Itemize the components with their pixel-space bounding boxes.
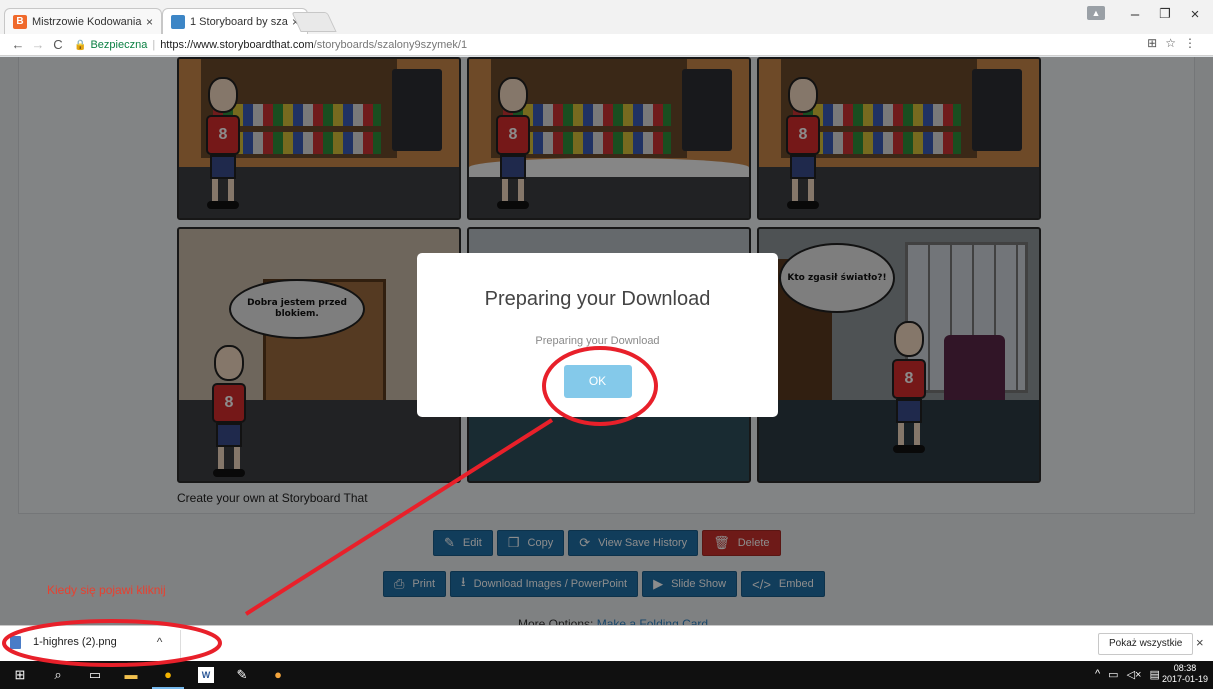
search-icon[interactable]: ⌕	[50, 667, 66, 683]
address-bar[interactable]: 🔒 Bezpieczna | https://www.storyboardtha…	[74, 36, 1202, 54]
url-host: https://www.storyboardthat.com	[160, 39, 314, 51]
translate-icon[interactable]: ⊞	[1147, 36, 1157, 50]
download-shelf: 1-highres (2).png ^ Pokaż wszystkie ×	[0, 625, 1213, 661]
clock[interactable]: 08:38 2017-01-19	[1162, 663, 1208, 685]
download-modal: Preparing your Download Preparing your D…	[417, 253, 778, 417]
close-window-icon[interactable]: ×	[1184, 6, 1206, 23]
minimize-icon[interactable]: –	[1124, 6, 1146, 23]
download-item[interactable]: 1-highres (2).png ^	[10, 635, 162, 649]
blogger-icon: B	[13, 14, 27, 29]
divider	[180, 630, 181, 658]
close-icon[interactable]: ×	[1196, 635, 1204, 650]
url-path: /storyboards/szalony9szymek/1	[313, 39, 468, 51]
show-all-button[interactable]: Pokaż wszystkie	[1098, 633, 1194, 655]
browser-tab-active[interactable]: 1 Storyboard by szalony ×	[162, 8, 308, 34]
reload-icon[interactable]: C	[48, 37, 68, 52]
annotation-label: Kiedy się pojawi kliknij	[47, 583, 166, 597]
windows-start-icon[interactable]: ⊞	[12, 667, 28, 683]
storyboard-icon	[171, 14, 185, 29]
secure-label: Bezpieczna	[90, 39, 148, 51]
modal-title: Preparing your Download	[484, 288, 711, 310]
modal-message: Preparing your Download	[535, 335, 660, 347]
notification-icon[interactable]: ▤	[1149, 668, 1159, 681]
tab-title: Mistrzowie Kodowania Sz	[32, 15, 142, 28]
bookmark-star-icon[interactable]: ☆	[1165, 36, 1176, 50]
close-icon[interactable]: ×	[146, 15, 153, 29]
scratch-icon[interactable]: ●	[270, 667, 286, 683]
tab-title: 1 Storyboard by szalony	[190, 15, 288, 28]
clock-time: 08:38	[1173, 663, 1197, 673]
browser-tab-strip: B Mistrzowie Kodowania Sz × 1 Storyboard…	[0, 0, 1213, 34]
task-view-icon[interactable]: ▭	[87, 667, 103, 683]
chevron-up-icon[interactable]: ^	[1095, 668, 1100, 681]
network-icon[interactable]: ▭	[1108, 668, 1118, 681]
windows-taskbar: ⊞ ⌕ ▭ ▬ ● W ✎ ● ^ ▭ ◁× ▤ 08:38 2017-01-1…	[0, 661, 1213, 689]
restore-icon[interactable]: ❐	[1154, 6, 1176, 22]
clock-date: 2017-01-19	[1162, 674, 1209, 684]
download-file-name: 1-highres (2).png	[33, 636, 117, 648]
menu-icon[interactable]: ⋮	[1184, 36, 1196, 50]
word-icon[interactable]: W	[198, 667, 214, 683]
separator: |	[152, 39, 156, 51]
chrome-icon[interactable]: ●	[160, 667, 176, 683]
forward-icon[interactable]: →	[28, 37, 48, 52]
volume-icon[interactable]: ◁×	[1127, 668, 1142, 681]
browser-toolbar: ← → C 🔒 Bezpieczna | https://www.storybo…	[0, 34, 1213, 56]
file-icon	[10, 635, 21, 649]
file-explorer-icon[interactable]: ▬	[123, 667, 139, 683]
system-tray: ^ ▭ ◁× ▤	[1095, 668, 1160, 681]
lock-icon: 🔒	[74, 39, 87, 51]
back-icon[interactable]: ←	[8, 37, 28, 52]
paint-icon[interactable]: ✎	[234, 667, 250, 683]
chevron-up-icon[interactable]: ^	[157, 635, 163, 649]
profile-icon[interactable]: ▲	[1087, 6, 1105, 20]
browser-tab[interactable]: B Mistrzowie Kodowania Sz ×	[4, 8, 162, 34]
ok-button[interactable]: OK	[563, 365, 632, 398]
